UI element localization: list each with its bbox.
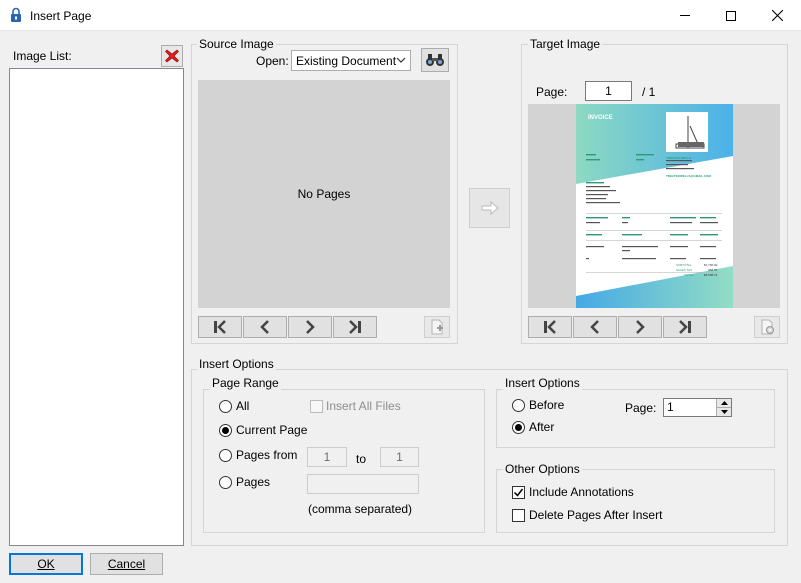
checkmark-icon [513,488,524,497]
invoice-total: $8,098.76 [704,273,718,277]
range-current-page-label: Current Page [236,423,308,437]
open-dropdown[interactable]: Existing Document [291,50,411,71]
spinner-down-button[interactable] [716,407,731,416]
pages-list-input[interactable] [307,474,419,494]
add-page-button[interactable] [424,316,450,338]
position-page-label: Page: [625,401,657,415]
after-radio[interactable] [512,421,525,434]
invoice-tax-label: SALES TAX [676,268,693,272]
include-annotations-checkbox[interactable] [512,486,525,499]
invoice-subtotal: $7,760.00 [704,263,718,267]
source-preview: No Pages [198,80,450,308]
arrow-right-icon [481,201,499,215]
no-pages-text: No Pages [297,187,351,201]
maximize-icon [726,10,736,21]
browse-button[interactable] [421,48,449,72]
include-annotations-label: Include Annotations [529,485,634,499]
open-label: Open: [256,54,289,68]
next-page-icon [636,320,645,334]
invoice-subtotal-label: SUBTOTAL [676,263,692,267]
position-page-spinner[interactable]: 1 [663,398,732,417]
position-label: Insert Options [503,376,582,390]
ok-button-label: OK [37,557,55,571]
minimize-button[interactable] [662,0,708,31]
range-current-page-radio[interactable] [219,424,232,437]
remove-image-button[interactable] [161,45,183,67]
last-page-icon [679,320,691,334]
range-pages-from-radio[interactable] [219,449,232,462]
pages-to-input[interactable]: 1 [380,447,419,467]
delete-page-button[interactable] [754,316,780,338]
insert-all-files-checkbox[interactable] [310,400,323,413]
position-page-value: 1 [667,400,674,414]
ok-button[interactable]: OK [9,553,83,575]
open-dropdown-value: Existing Document [296,53,397,68]
source-image-label: Source Image [197,37,276,51]
red-x-icon [165,49,179,63]
target-image-label: Target Image [528,37,603,51]
insert-all-files-label: Insert All Files [326,399,401,413]
delete-pages-label: Delete Pages After Insert [529,508,663,522]
chevron-down-icon [720,410,728,414]
target-prev-page-button[interactable] [573,316,617,338]
first-page-icon [544,320,556,334]
target-next-page-button[interactable] [618,316,662,338]
chevron-up-icon [720,401,728,405]
source-next-page-button[interactable] [288,316,332,338]
before-radio[interactable] [512,399,525,412]
source-prev-page-button[interactable] [243,316,287,338]
transfer-button[interactable] [469,188,510,228]
image-list-box[interactable] [9,68,184,546]
minimize-icon [680,15,690,16]
maximize-button[interactable] [708,0,754,31]
delete-pages-checkbox[interactable] [512,509,525,522]
range-all-radio[interactable] [219,400,232,413]
prev-page-icon [590,320,599,334]
other-options-group [496,469,775,533]
to-label: to [356,452,367,466]
target-page-total: / 1 [642,85,656,99]
spinner-up-button[interactable] [716,399,731,407]
target-page-input[interactable]: 1 [585,81,632,101]
invoice-total-label: TOTAL [684,273,694,277]
cancel-button-label: Cancel [107,557,146,571]
comma-separated-note: (comma separated) [308,502,413,516]
close-icon [771,10,783,21]
invoice-heading: INVOICE [588,115,613,121]
first-page-icon [214,320,226,334]
cancel-button[interactable]: Cancel [90,553,163,575]
range-pages-from-label: Pages from [236,448,298,462]
window-title: Insert Page [30,9,92,23]
binoculars-icon [426,54,444,66]
delete-page-icon [761,319,774,335]
invoice-background [576,104,733,308]
range-pages-radio[interactable] [219,476,232,489]
other-options-label: Other Options [503,462,582,476]
page-range-label: Page Range [210,376,281,390]
target-last-page-button[interactable] [663,316,707,338]
range-all-label: All [236,399,250,413]
prev-page-icon [260,320,269,334]
before-label: Before [529,398,565,412]
target-page-label: Page: [536,85,568,99]
after-label: After [529,420,555,434]
pages-from-input[interactable]: 1 [307,447,347,467]
close-button[interactable] [754,0,800,31]
source-first-page-button[interactable] [198,316,242,338]
source-last-page-button[interactable] [333,316,377,338]
invoice-email: TREATEDWELLS@GMAIL.COM [666,174,711,178]
next-page-icon [306,320,315,334]
target-first-page-button[interactable] [528,316,572,338]
invoice-tax: 388.76 [708,268,718,272]
insert-options-label: Insert Options [197,357,276,371]
title-bar: Insert Page [0,0,801,31]
last-page-icon [349,320,361,334]
invoice-thumbnail: INVOICE TREATED WELLS TREATEDWELLS@GMAIL… [576,104,733,308]
chevron-down-icon [396,57,406,63]
invoice-company: TREATED WELLS [666,156,692,160]
image-list-label: Image List: [13,49,72,63]
range-pages-label: Pages [236,475,271,489]
add-page-icon [431,319,443,335]
lock-icon [10,7,22,23]
